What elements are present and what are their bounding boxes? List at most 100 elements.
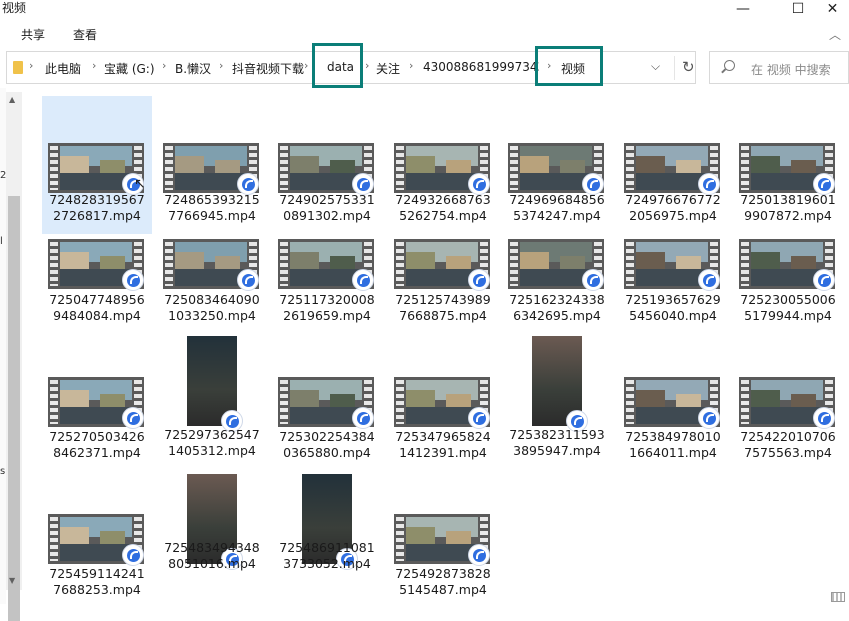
file-name: 7251936576295456040.mp4: [618, 292, 728, 324]
file-name-line: 9484084.mp4: [42, 308, 152, 324]
file-name-line: 724865393215: [157, 192, 267, 208]
file-name-line: 7688253.mp4: [42, 582, 152, 598]
maximize-button[interactable]: ☐: [775, 0, 821, 18]
tab-view[interactable]: 查看: [73, 26, 97, 43]
file-item[interactable]: 7248653932157766945.mp4: [157, 96, 267, 234]
minimize-button[interactable]: —: [720, 0, 766, 18]
file-name-line: 724969684856: [502, 192, 612, 208]
file-item[interactable]: 7248283195672726817.mp4↖: [42, 96, 152, 234]
sprocket-holes: [626, 146, 634, 190]
chevron-down-icon[interactable]: ⌵: [651, 59, 660, 74]
media-player-icon: [122, 269, 144, 291]
scroll-up-icon[interactable]: ▲: [9, 95, 15, 104]
file-item[interactable]: 7249766767722056975.mp4: [618, 96, 728, 234]
file-name: 7251173200082619659.mp4: [272, 292, 382, 324]
video-thumbnail: [272, 332, 382, 436]
sprocket-holes: [280, 146, 288, 190]
breadcrumb-separator-icon: ›: [29, 59, 33, 72]
file-name: 7251257439897668875.mp4: [388, 292, 498, 324]
sprocket-holes: [396, 146, 404, 190]
file-name-line: 725347965824: [388, 429, 498, 445]
file-item[interactable]: 7254220107067575563.mp4: [733, 332, 843, 470]
file-item[interactable]: 7253823115933895947.mp4: [502, 332, 612, 470]
search-placeholder: 在 视频 中搜索: [751, 61, 831, 78]
file-name-line: 6342695.mp4: [502, 308, 612, 324]
video-thumbnail: [618, 96, 728, 200]
file-item[interactable]: 7253022543840365880.mp4: [272, 332, 382, 470]
file-name-line: 3895947.mp4: [502, 443, 612, 459]
media-player-icon: [352, 269, 374, 291]
file-name-line: 3733052.mp4: [272, 556, 382, 572]
refresh-icon[interactable]: ↻: [682, 58, 695, 76]
breadcrumb-user-id[interactable]: 4300886819997343: [423, 60, 539, 74]
minimize-icon: —: [736, 1, 750, 17]
tab-share[interactable]: 共享: [21, 26, 45, 43]
file-name: 7254928738285145487.mp4: [388, 566, 498, 598]
file-name-line: 725492873828: [388, 566, 498, 582]
file-item[interactable]: 7254928738285145487.mp4: [388, 468, 498, 606]
breadcrumb-separator-icon: ›: [162, 59, 166, 72]
breadcrumb-douyin-download[interactable]: 抖音视频下载: [232, 60, 304, 77]
sprocket-holes: [50, 517, 58, 561]
file-name-line: 724828319567: [42, 192, 152, 208]
file-name: 7252705034268462371.mp4: [42, 429, 152, 461]
vertical-scrollbar[interactable]: ▲ ▼: [6, 92, 22, 590]
file-name-line: 725193657629: [618, 292, 728, 308]
file-name-line: 8051016.mp4: [157, 556, 267, 572]
breadcrumb-this-pc[interactable]: 此电脑: [45, 60, 81, 77]
sprocket-holes: [396, 517, 404, 561]
file-name-line: 5456040.mp4: [618, 308, 728, 324]
file-item[interactable]: 7253849780101664011.mp4: [618, 332, 728, 470]
file-item[interactable]: 7252973625471405312.mp4: [157, 332, 267, 470]
file-item[interactable]: 7250138196019907872.mp4: [733, 96, 843, 234]
file-name-line: 2619659.mp4: [272, 308, 382, 324]
file-name-line: 724932668763: [388, 192, 498, 208]
file-name-line: 725302254384: [272, 429, 382, 445]
media-player-icon: [813, 407, 835, 429]
file-name-line: 725382311593: [502, 427, 612, 443]
sprocket-holes: [165, 146, 173, 190]
file-name-line: 725486911081: [272, 540, 382, 556]
media-player-icon: [352, 407, 374, 429]
file-name-line: 725230055006: [733, 292, 843, 308]
breadcrumb-follow[interactable]: 关注: [376, 60, 400, 77]
file-name: 7253823115933895947.mp4: [502, 427, 612, 459]
file-item[interactable]: 7253479658241412391.mp4: [388, 332, 498, 470]
file-name-line: 725459114241: [42, 566, 152, 582]
file-item[interactable]: 7249696848565374247.mp4: [502, 96, 612, 234]
video-thumbnail: [157, 96, 267, 200]
file-name: 7252300550065179944.mp4: [733, 292, 843, 324]
file-item[interactable]: 7254869110813733052.mp4: [272, 468, 382, 606]
sprocket-holes: [626, 380, 634, 424]
file-name-line: 725125743989: [388, 292, 498, 308]
file-name-line: 725422010706: [733, 429, 843, 445]
file-item[interactable]: 7254591142417688253.mp4: [42, 468, 152, 606]
file-item[interactable]: 7252705034268462371.mp4: [42, 332, 152, 470]
file-item[interactable]: 7254834943488051016.mp4: [157, 468, 267, 606]
breadcrumb-lanhan[interactable]: B.懒汉: [175, 60, 211, 77]
search-box[interactable]: 在 视频 中搜索: [709, 51, 849, 84]
video-thumbnail: [157, 332, 267, 436]
maximize-icon: ☐: [792, 1, 805, 17]
breadcrumb-separator-icon: ›: [365, 59, 369, 72]
scroll-down-icon[interactable]: ▼: [9, 576, 15, 585]
file-item[interactable]: 7249025753310891302.mp4: [272, 96, 382, 234]
sprocket-holes: [741, 146, 749, 190]
file-name-line: 1033250.mp4: [157, 308, 267, 324]
scrollbar-thumb[interactable]: [8, 196, 20, 621]
breadcrumb-drive-g[interactable]: 宝藏 (G:): [104, 60, 155, 77]
file-name-line: 8462371.mp4: [42, 445, 152, 461]
media-player-icon: [122, 544, 144, 566]
file-name: 7254591142417688253.mp4: [42, 566, 152, 598]
ribbon-expand-icon[interactable]: ︿: [829, 26, 841, 43]
details-view-icon[interactable]: [831, 592, 845, 602]
file-item[interactable]: 7249326687635262754.mp4: [388, 96, 498, 234]
highlight-box-videos: [535, 46, 603, 86]
sprocket-holes: [510, 146, 518, 190]
close-button[interactable]: ✕: [816, 0, 849, 18]
video-thumbnail: [502, 96, 612, 200]
file-name-line: 5145487.mp4: [388, 582, 498, 598]
file-name-line: 725270503426: [42, 429, 152, 445]
file-name-line: 7575563.mp4: [733, 445, 843, 461]
file-name-line: 725047748956: [42, 292, 152, 308]
